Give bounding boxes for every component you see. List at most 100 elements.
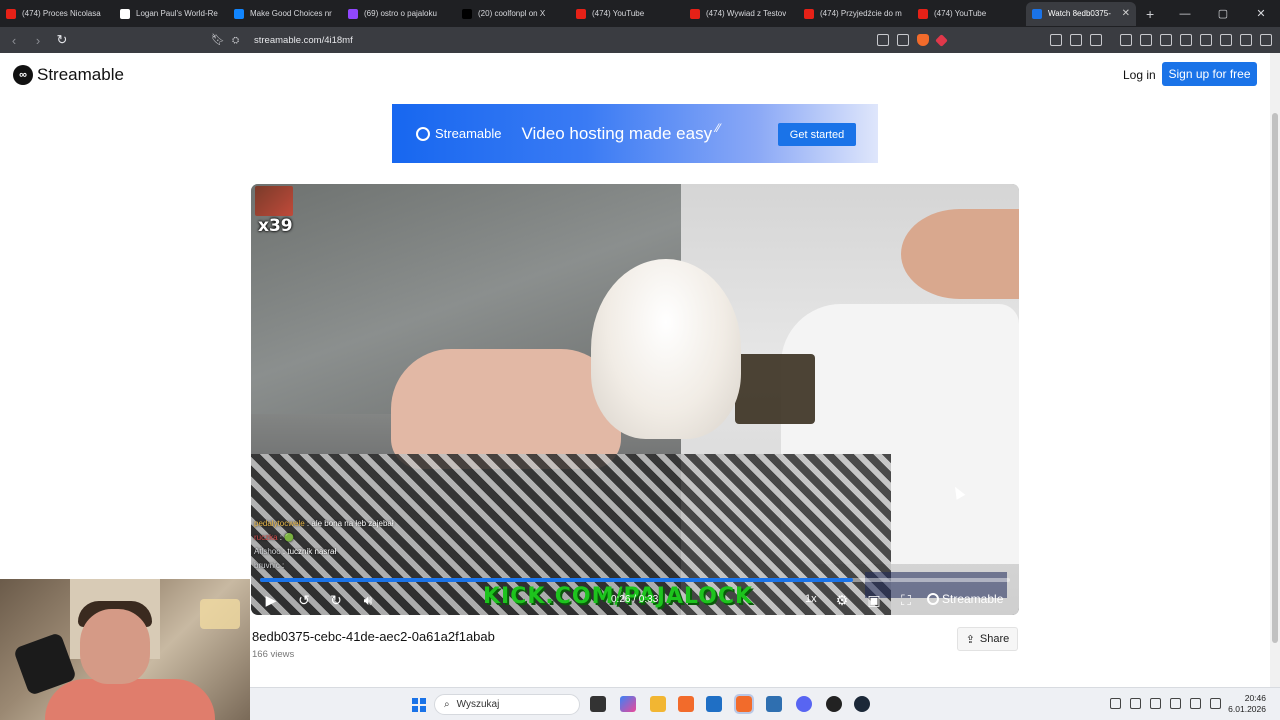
close-tab-icon[interactable]: ✕	[1122, 8, 1130, 19]
file-explorer-icon[interactable]	[650, 696, 666, 712]
toolbar-extensions	[877, 27, 1272, 53]
stream-chat-overlay: pedalytocwele : ale bona na łeb zajebał r…	[254, 517, 394, 573]
sparkle-icon: ⁄⁄	[716, 120, 721, 135]
streamable-logo-icon	[416, 126, 430, 141]
brave-shields-icon[interactable]	[917, 34, 929, 46]
new-tab-button[interactable]: +	[1146, 6, 1154, 22]
streamable-watermark[interactable]: Streamable	[927, 592, 1003, 606]
tray-cloud-icon[interactable]	[1150, 698, 1161, 709]
browser-tab[interactable]: (474) YouTube	[570, 2, 684, 26]
ad-banner[interactable]: Streamable Video hosting made easy ⁄⁄ Ge…	[392, 104, 878, 163]
translate-icon[interactable]	[877, 34, 889, 46]
video-frame-sleeper	[391, 349, 621, 469]
profile-icon[interactable]	[1240, 34, 1252, 46]
logo-text: Streamable	[37, 65, 124, 84]
picture-in-picture-icon[interactable]: ▣	[865, 588, 883, 612]
chat-message: pedalytocwele : ale bona na łeb zajebał	[254, 517, 394, 531]
system-clock[interactable]: 20:46 6.01.2026	[1228, 693, 1266, 715]
fullscreen-icon[interactable]: ⛶	[897, 588, 915, 612]
youtube-icon	[804, 8, 814, 19]
twitch-icon	[348, 8, 358, 19]
tab-search-icon[interactable]	[1090, 34, 1102, 46]
tab-active[interactable]: Watch 8edb0375- ✕	[1026, 1, 1136, 26]
address-url: streamable.com/4i18mf	[254, 34, 353, 46]
speaker-icon[interactable]	[1210, 698, 1221, 709]
taskbar-search[interactable]: ⌕ Wyszukaj	[434, 694, 580, 715]
store-icon[interactable]	[706, 696, 722, 712]
forward-button[interactable]: ›	[28, 33, 48, 48]
tab-title: Make Good Choices nr	[250, 9, 332, 18]
back-button[interactable]: ‹	[4, 33, 24, 48]
minimize-button[interactable]: —	[1166, 8, 1204, 20]
chat-username: bruvnic	[254, 561, 280, 570]
browser-tab[interactable]: (474) Przyjedźcie do m	[798, 2, 912, 26]
get-started-button[interactable]: Get started	[778, 123, 856, 146]
close-window-button[interactable]: ✕	[1242, 7, 1280, 20]
share-button[interactable]: ⇪ Share	[957, 627, 1018, 651]
youtube-icon	[576, 8, 586, 19]
tray-app-icon[interactable]	[1130, 698, 1141, 709]
share-label: Share	[979, 633, 1010, 645]
maximize-button[interactable]: ▢	[1204, 7, 1242, 20]
streamable-logo[interactable]: ∞ Streamable	[13, 65, 124, 85]
microphone-icon[interactable]	[1170, 698, 1181, 709]
settings-gear-icon[interactable]: ⚙	[833, 588, 851, 612]
browser-tab[interactable]: (474) YouTube	[912, 2, 1026, 26]
copilot-icon[interactable]	[620, 696, 636, 712]
reload-button[interactable]: ↻	[52, 32, 72, 48]
play-icon[interactable]: ▶	[263, 588, 279, 612]
scrollbar-thumb[interactable]	[1272, 113, 1278, 643]
menu-icon[interactable]	[1260, 34, 1272, 46]
vpn-icon[interactable]	[1220, 34, 1232, 46]
tab-title: Watch 8edb0375-	[1048, 9, 1111, 18]
site-info-icon[interactable]: ⛭	[232, 35, 244, 45]
chat-text: : tucznik nasrał	[280, 547, 337, 556]
bookmark-icon[interactable]: 🔖︎	[211, 33, 225, 46]
browser-toolbar: ‹ › ↻ 🔖︎ ⛭ streamable.com/4i18mf	[0, 27, 1280, 53]
tab-title: (474) YouTube	[934, 9, 987, 18]
playback-speed[interactable]: 1x	[805, 593, 817, 605]
youtube-icon	[690, 8, 700, 19]
extension-icon[interactable]	[1050, 34, 1062, 46]
media-icon[interactable]	[1140, 34, 1152, 46]
brave-active-icon[interactable]	[734, 694, 754, 714]
wallet-icon[interactable]	[1180, 34, 1192, 46]
start-button[interactable]	[412, 698, 426, 712]
chat-username: pedalytocwele	[254, 519, 305, 528]
steam-icon[interactable]	[854, 696, 870, 712]
sidebar-icon[interactable]	[1160, 34, 1172, 46]
video-player[interactable]: x39 pedalytocwele : ale bona na łeb zaje…	[251, 184, 1019, 615]
signup-button[interactable]: Sign up for free	[1162, 62, 1257, 86]
browser-tab[interactable]: Make Good Choices nr	[228, 2, 342, 26]
video-title: 8edb0375-cebc-41de-aec2-0a61a2f1abab	[252, 629, 495, 644]
share-page-icon[interactable]	[897, 34, 909, 46]
browser-tab[interactable]: (474) Proces Nicolasa	[0, 2, 114, 26]
webcam-overlay	[0, 579, 250, 720]
volume-icon[interactable]: 🔊︎	[359, 588, 377, 612]
login-link[interactable]: Log in	[1123, 68, 1156, 82]
forward-icon[interactable]: ↻	[327, 588, 345, 612]
task-view-icon[interactable]	[590, 696, 606, 712]
rewind-icon[interactable]: ↺	[295, 588, 313, 612]
page-scrollbar[interactable]	[1270, 53, 1280, 687]
ad-logo-text: Streamable	[435, 126, 502, 141]
brave-rewards-icon[interactable]	[935, 33, 948, 47]
browser-tab[interactable]: (20) coolfonpl on X	[456, 2, 570, 26]
browser-tab[interactable]: (69) ostro o pajaloku	[342, 2, 456, 26]
obs-icon[interactable]	[826, 696, 842, 712]
puzzle-icon[interactable]	[1070, 34, 1082, 46]
browser-tab[interactable]: (474) Wywiad z Testov	[684, 2, 798, 26]
discord-icon[interactable]	[796, 696, 812, 712]
download-icon[interactable]	[1120, 34, 1132, 46]
browser-tab[interactable]: Logan Paul's World-Re	[114, 2, 228, 26]
progress-bar[interactable]	[260, 578, 1010, 582]
x-icon	[462, 8, 472, 19]
calculator-icon[interactable]	[766, 696, 782, 712]
tray-overflow-icon[interactable]	[1110, 698, 1121, 709]
ad-tagline: Video hosting made easy	[521, 123, 713, 143]
address-bar[interactable]: ⛭ streamable.com/4i18mf	[232, 32, 952, 48]
leo-icon[interactable]	[1200, 34, 1212, 46]
brave-browser-icon[interactable]	[678, 696, 694, 712]
network-icon[interactable]	[1190, 698, 1201, 709]
progress-fill	[260, 578, 853, 582]
